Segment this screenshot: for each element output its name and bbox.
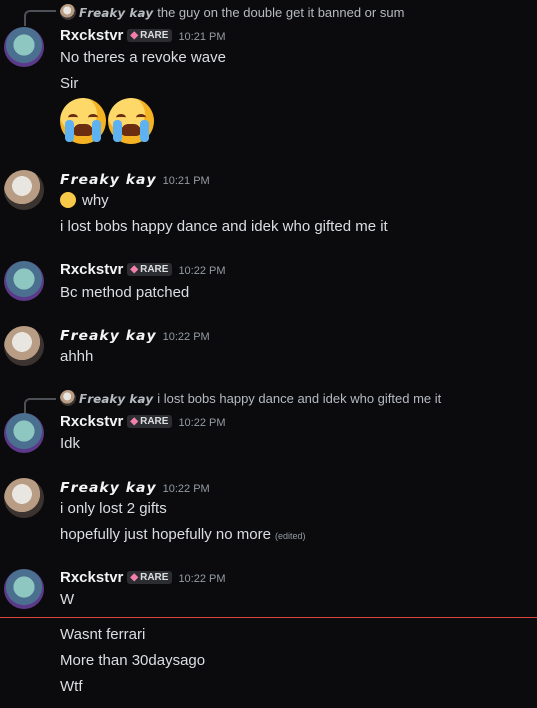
avatar[interactable] bbox=[4, 261, 44, 301]
timestamp: 10:22 PM bbox=[162, 483, 210, 495]
message-text: i lost bobs happy dance and idek who gif… bbox=[60, 218, 388, 235]
message-text: Wasnt ferrari bbox=[60, 626, 146, 643]
author-name[interactable]: 𝙁𝙧𝙚𝙖𝙠𝙮 𝙠𝙖𝙮 bbox=[60, 480, 157, 496]
reply-text: the guy on the double get it banned or s… bbox=[157, 5, 405, 20]
role-badge: ◆ RARE bbox=[127, 263, 173, 276]
timestamp: 10:22 PM bbox=[178, 417, 226, 429]
message-text: hopefully just hopefully no more (edited) bbox=[60, 526, 306, 543]
loudly-crying-face-emoji bbox=[60, 98, 106, 144]
message-text: Bc method patched bbox=[60, 284, 190, 301]
loudly-crying-face-emoji bbox=[108, 98, 154, 144]
message-text: No theres a revoke wave bbox=[60, 49, 226, 66]
timestamp: 10:22 PM bbox=[178, 265, 226, 277]
avatar bbox=[60, 390, 76, 406]
reply-preview[interactable]: 𝙁𝙧𝙚𝙖𝙠𝙮 𝙠𝙖𝙮 i lost bobs happy dance and id… bbox=[60, 390, 441, 408]
author-name[interactable]: 𝙁𝙧𝙚𝙖𝙠𝙮 𝙠𝙖𝙮 bbox=[60, 328, 157, 344]
message-text: i only lost 2 gifts bbox=[60, 500, 167, 517]
avatar[interactable] bbox=[4, 478, 44, 518]
message-text: More than 30daysago bbox=[60, 652, 206, 669]
message-text: ahhh bbox=[60, 348, 94, 365]
reply-preview[interactable]: 𝙁𝙧𝙚𝙖𝙠𝙮 𝙠𝙖𝙮 the guy on the double get it b… bbox=[60, 4, 404, 22]
author-name[interactable]: Rxckstvr bbox=[60, 261, 123, 278]
avatar bbox=[60, 4, 76, 20]
reply-text: i lost bobs happy dance and idek who gif… bbox=[157, 391, 442, 406]
avatar[interactable] bbox=[4, 27, 44, 67]
gem-icon: ◆ bbox=[130, 264, 139, 275]
reply-connector bbox=[24, 398, 56, 414]
avatar[interactable] bbox=[4, 170, 44, 210]
timestamp: 10:21 PM bbox=[178, 31, 226, 43]
message-text: Sir bbox=[60, 75, 79, 92]
author-name[interactable]: Rxckstvr bbox=[60, 569, 123, 586]
message-header: Rxckstvr ◆ RARE 10:21 PM bbox=[60, 27, 226, 45]
message-header: 𝙁𝙧𝙚𝙖𝙠𝙮 𝙠𝙖𝙮 10:22 PM bbox=[60, 479, 210, 497]
avatar[interactable] bbox=[4, 326, 44, 366]
timestamp: 10:22 PM bbox=[162, 331, 210, 343]
avatar[interactable] bbox=[4, 413, 44, 453]
author-name[interactable]: Rxckstvr bbox=[60, 27, 123, 44]
reply-author: 𝙁𝙧𝙚𝙖𝙠𝙮 𝙠𝙖𝙮 bbox=[79, 392, 154, 406]
gem-icon: ◆ bbox=[130, 30, 139, 41]
message-text: W bbox=[60, 591, 75, 608]
timestamp: 10:22 PM bbox=[178, 573, 226, 585]
avatar[interactable] bbox=[4, 569, 44, 609]
face-emoji bbox=[60, 192, 76, 208]
role-badge: ◆ RARE bbox=[127, 571, 173, 584]
new-messages-divider bbox=[0, 617, 537, 618]
message-header: 𝙁𝙧𝙚𝙖𝙠𝙮 𝙠𝙖𝙮 10:22 PM bbox=[60, 327, 210, 345]
message-header: 𝙁𝙧𝙚𝙖𝙠𝙮 𝙠𝙖𝙮 10:21 PM bbox=[60, 171, 210, 189]
message-header: Rxckstvr ◆ RARE 10:22 PM bbox=[60, 261, 226, 279]
emoji-row bbox=[60, 98, 156, 149]
gem-icon: ◆ bbox=[130, 572, 139, 583]
author-name[interactable]: Rxckstvr bbox=[60, 413, 123, 430]
author-name[interactable]: 𝙁𝙧𝙚𝙖𝙠𝙮 𝙠𝙖𝙮 bbox=[60, 172, 157, 188]
gem-icon: ◆ bbox=[130, 416, 139, 427]
role-badge: ◆ RARE bbox=[127, 29, 173, 42]
reply-author: 𝙁𝙧𝙚𝙖𝙠𝙮 𝙠𝙖𝙮 bbox=[79, 6, 154, 20]
message-header: Rxckstvr ◆ RARE 10:22 PM bbox=[60, 413, 226, 431]
edited-label: (edited) bbox=[274, 531, 306, 541]
message-text: Wtf bbox=[60, 678, 83, 695]
message-text: Idk bbox=[60, 435, 81, 452]
reply-connector bbox=[24, 10, 56, 26]
role-badge: ◆ RARE bbox=[127, 415, 173, 428]
timestamp: 10:21 PM bbox=[162, 175, 210, 187]
message-header: Rxckstvr ◆ RARE 10:22 PM bbox=[60, 569, 226, 587]
message-text: why bbox=[60, 192, 109, 209]
